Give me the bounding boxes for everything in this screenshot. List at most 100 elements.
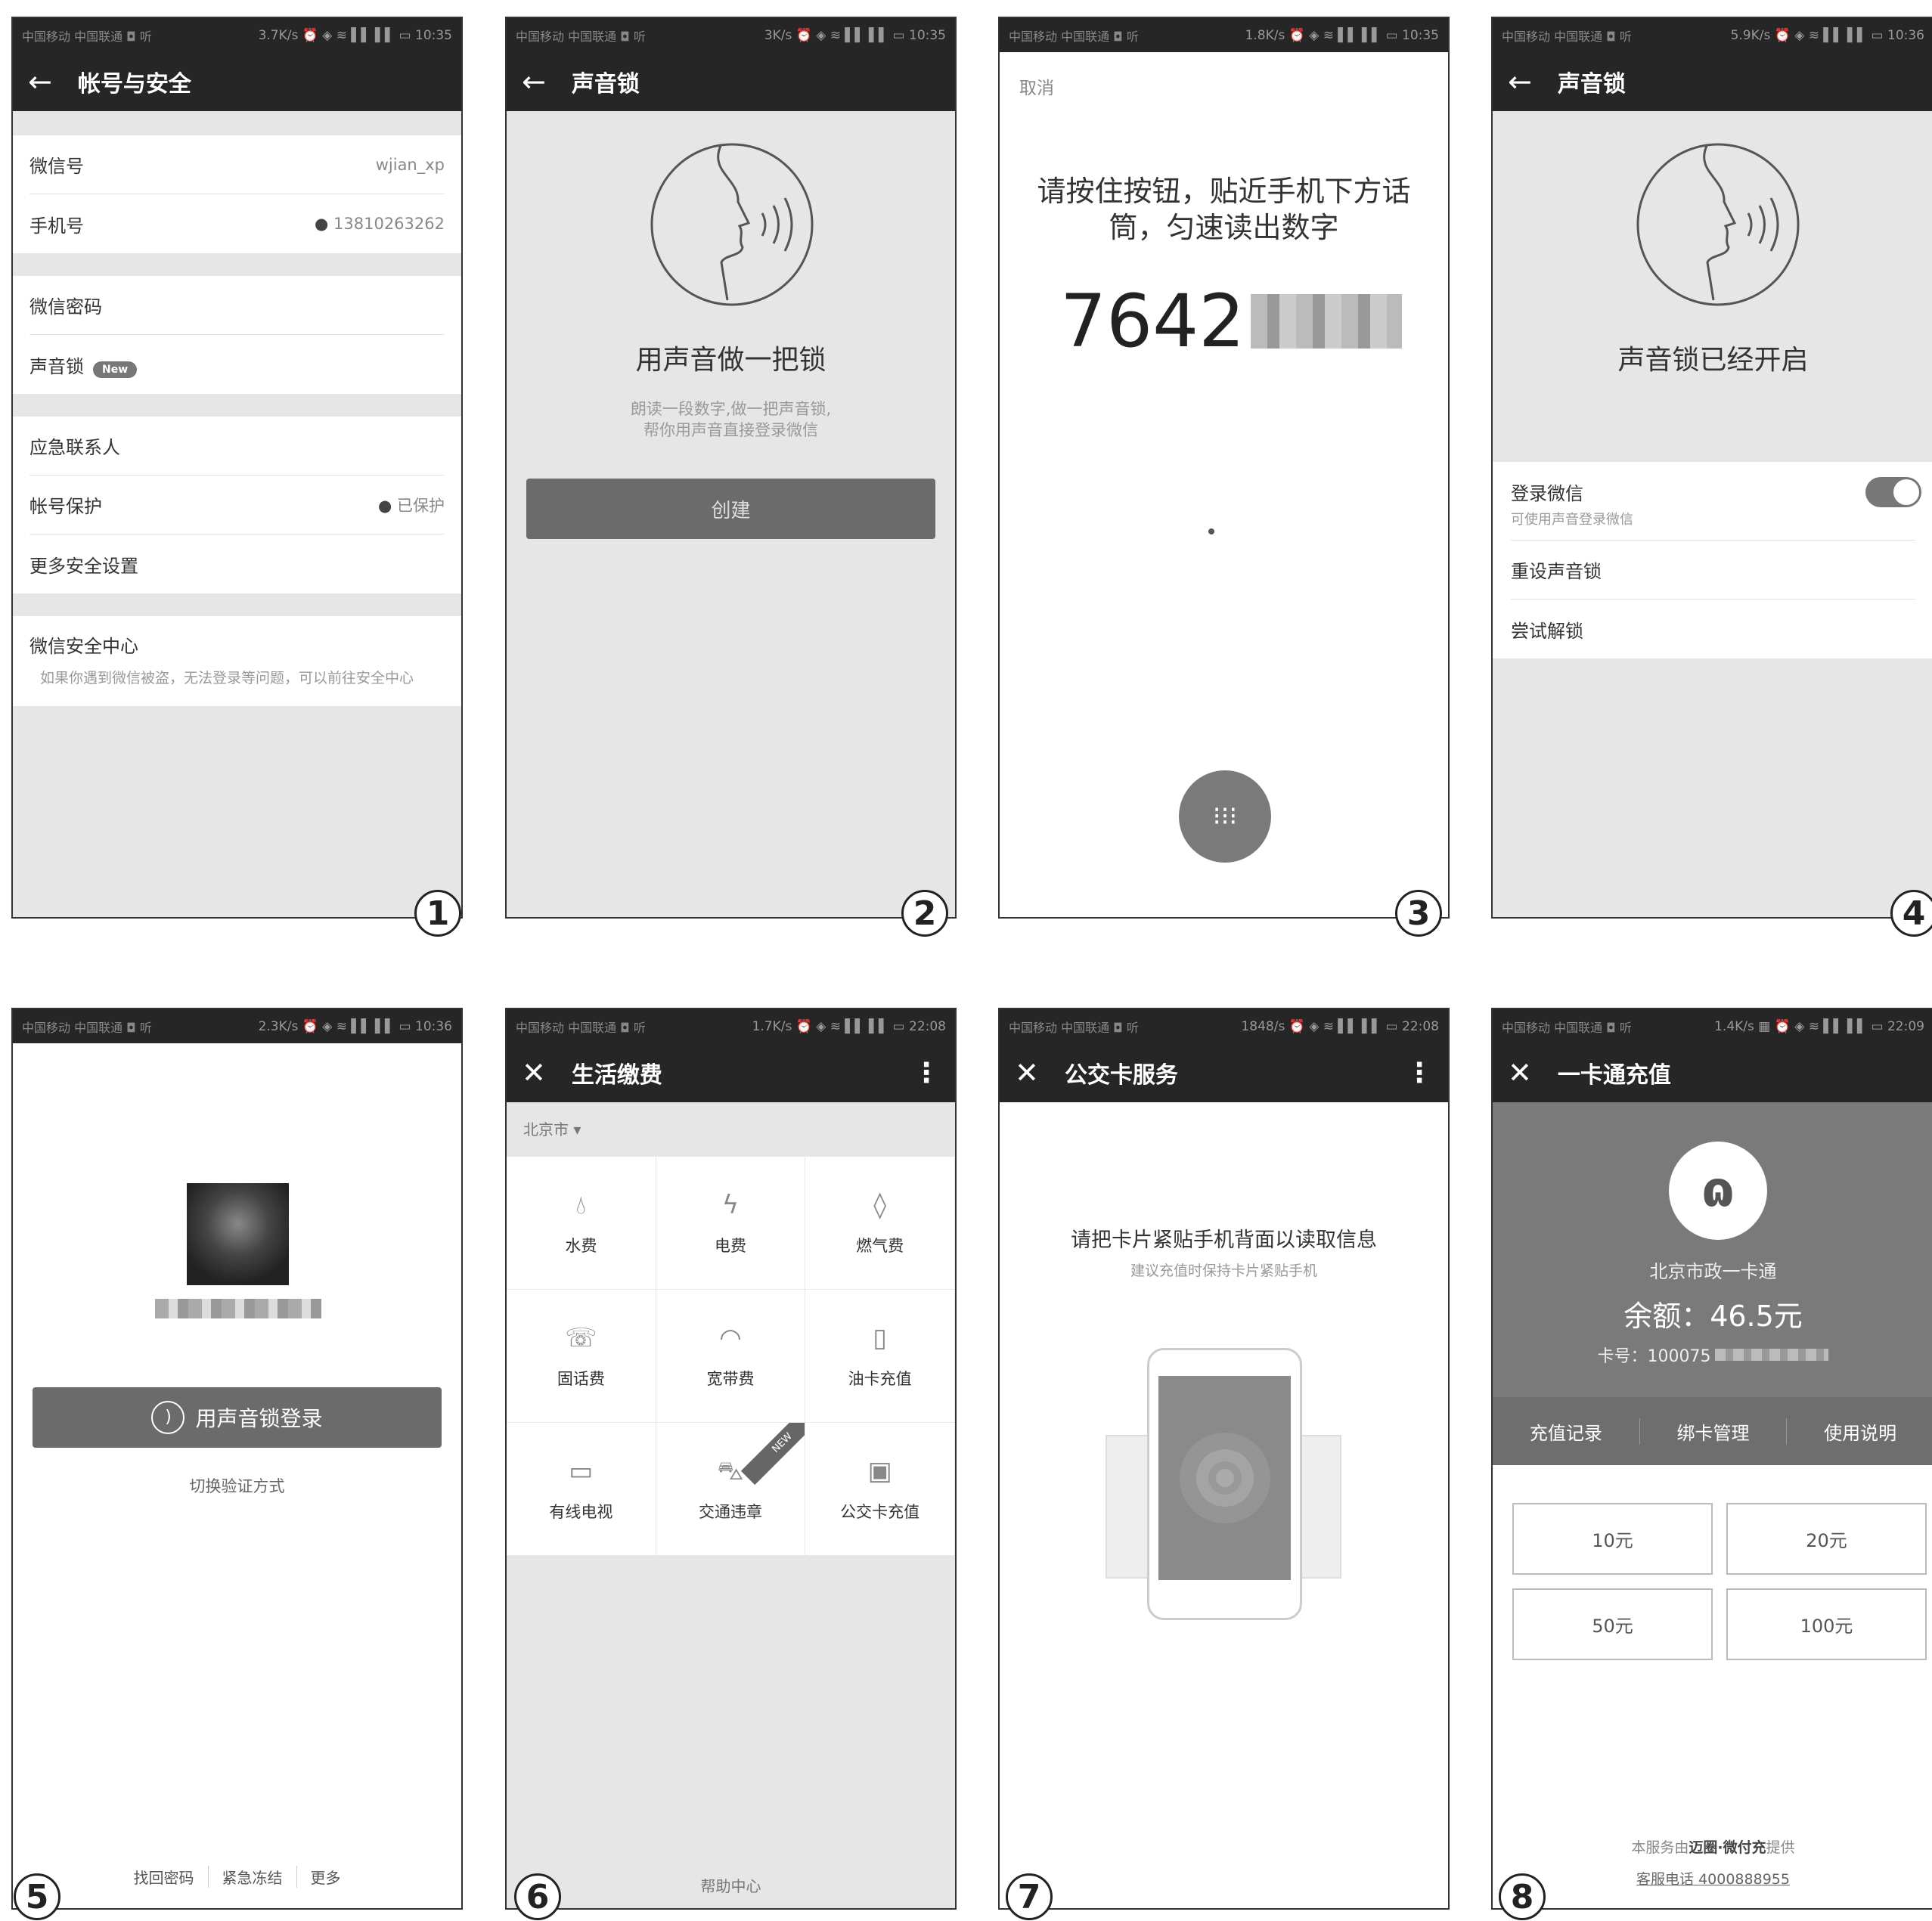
city-label: 北京市 (523, 1120, 569, 1139)
keypad-dots-icon: ⁝⁝⁝ (1212, 801, 1238, 832)
close-icon[interactable]: ✕ (1015, 1056, 1039, 1089)
footer-suffix: 提供 (1766, 1839, 1795, 1856)
protect-label: 帐号保护 (29, 496, 102, 517)
login-button-label: 用声音锁登录 (195, 1406, 323, 1431)
utility-label: 有线电视 (549, 1502, 613, 1521)
tab-card-management[interactable]: 绑卡管理 (1640, 1418, 1788, 1445)
new-badge: New (93, 361, 138, 378)
amount-option-20[interactable]: 20元 (1726, 1503, 1927, 1575)
utility-label: 交通违章 (698, 1502, 762, 1521)
wechat-id-label: 微信号 (29, 156, 84, 177)
tab-recharge-record[interactable]: 充值记录 (1493, 1418, 1640, 1445)
status-right: 5.9K/s ⏰ ◈ ≋ ▌▌ ▌▌ ▭ 10:36 (1730, 27, 1924, 43)
login-sublabel: 可使用声音登录微信 (1511, 512, 1633, 528)
footer-prefix: 本服务由 (1631, 1839, 1689, 1856)
status-right: 1848/s ⏰ ◈ ≋ ▌▌ ▌▌ ▭ 22:08 (1241, 1018, 1439, 1034)
panel-voicelock-record: 中国移动 中国联通 ◘ 听 1.8K/s ⏰ ◈ ≋ ▌▌ ▌▌ ▭ 10:35 … (998, 17, 1450, 919)
instruction-line-1: 请按住按钮，贴近手机下方话 (1037, 175, 1411, 208)
bus-icon: ▣ (867, 1455, 892, 1486)
back-arrow-icon[interactable]: ← (28, 65, 52, 98)
row-emergency-contact[interactable]: 应急联系人 (29, 417, 445, 476)
desc-line-2: 帮你用声音直接登录微信 (643, 421, 818, 439)
voice-face-icon (650, 143, 814, 306)
utility-bus-card[interactable]: ▣ 公交卡充值 (805, 1423, 955, 1556)
emergency-freeze-link[interactable]: 紧急冻结 (209, 1866, 297, 1888)
tab-usage-guide[interactable]: 使用说明 (1787, 1418, 1932, 1445)
more-link[interactable]: 更多 (297, 1866, 355, 1888)
protect-icon: ● (377, 496, 392, 515)
page-title: 帐号与安全 (77, 71, 191, 98)
help-center-link[interactable]: 帮助中心 (507, 1874, 955, 1896)
status-left: 中国移动 中国联通 ◘ 听 (1009, 1020, 1139, 1035)
card-logo-icon: ɷ (1669, 1142, 1767, 1240)
switch-verify-link[interactable]: 切换验证方式 (13, 1474, 461, 1497)
more-menu-icon[interactable]: ⋮ (913, 1058, 940, 1089)
wifi-icon: ◠ (719, 1322, 742, 1353)
amount-option-100[interactable]: 100元 (1726, 1588, 1927, 1660)
panel-account-security: 中国移动 中国联通 ◘ 听 3.7K/s ⏰ ◈ ≋ ▌▌ ▌▌ ▭ 10:35 … (11, 17, 463, 919)
back-arrow-icon[interactable]: ← (522, 65, 546, 98)
cancel-link[interactable]: 取消 (1019, 73, 1054, 99)
amount-option-10[interactable]: 10元 (1512, 1503, 1713, 1575)
voicelock-login-button[interactable]: ) 用声音锁登录 (33, 1387, 442, 1448)
title-bar: ✕ 生活缴费 ⋮ (507, 1043, 955, 1102)
utility-label: 燃气费 (856, 1236, 904, 1255)
login-label: 登录微信 (1511, 483, 1583, 504)
status-right: 3K/s ⏰ ◈ ≋ ▌▌ ▌▌ ▭ 10:35 (764, 27, 946, 43)
utility-gas[interactable]: ◊ 燃气费 (805, 1157, 955, 1290)
utility-traffic-fine[interactable]: ⛍ 交通违章 NEW (656, 1423, 806, 1556)
row-security-center[interactable]: 微信安全中心 如果你遇到微信被盗，无法登录等问题，可以前往安全中心 (13, 616, 461, 706)
step-number-2: 2 (901, 890, 948, 937)
status-left: 中国移动 中国联通 ◘ 听 (516, 29, 646, 44)
status-bar: 中国移动 中国联通 ◘ 听 1.4K/s ▦ ⏰ ◈ ≋ ▌▌ ▌▌ ▭ 22:0… (1493, 1009, 1932, 1043)
more-menu-icon[interactable]: ⋮ (1406, 1058, 1433, 1089)
hold-to-record-button[interactable]: ⁝⁝⁝ (1179, 770, 1271, 863)
row-voicelock[interactable]: 声音锁 New (29, 335, 445, 394)
row-wechat-id[interactable]: 微信号 wjian_xp (29, 135, 445, 194)
row-password[interactable]: 微信密码 (29, 276, 445, 335)
utility-label: 油卡充值 (848, 1369, 912, 1388)
wechat-id-value: wjian_xp (375, 155, 445, 174)
row-account-protect[interactable]: 帐号保护 ● 已保护 (29, 476, 445, 534)
reset-label: 重设声音锁 (1511, 561, 1602, 582)
find-password-link[interactable]: 找回密码 (120, 1866, 209, 1888)
step-number-8: 8 (1499, 1873, 1546, 1920)
row-try-unlock[interactable]: 尝试解锁 (1511, 600, 1915, 658)
status-right: 1.8K/s ⏰ ◈ ≋ ▌▌ ▌▌ ▭ 10:35 (1245, 27, 1439, 43)
customer-service-phone-link[interactable]: 客服电话 4000888955 (1493, 1868, 1932, 1888)
voice-icon: ) (151, 1401, 185, 1434)
phone-value: 13810263262 (333, 215, 445, 233)
emergency-label: 应急联系人 (29, 437, 120, 458)
status-bar: 中国移动 中国联通 ◘ 听 3.7K/s ⏰ ◈ ≋ ▌▌ ▌▌ ▭ 10:35 (13, 18, 461, 52)
password-label: 微信密码 (29, 296, 102, 318)
close-icon[interactable]: ✕ (1508, 1056, 1532, 1089)
create-button[interactable]: 创建 (526, 479, 935, 539)
utility-cable-tv[interactable]: ▭ 有线电视 (507, 1423, 656, 1556)
row-reset-voicelock[interactable]: 重设声音锁 (1511, 541, 1915, 600)
page-title: 公交卡服务 (1064, 1062, 1178, 1089)
utility-label: 固话费 (557, 1369, 605, 1388)
panel-voicelock-login: 中国移动 中国联通 ◘ 听 2.3K/s ⏰ ◈ ≋ ▌▌ ▌▌ ▭ 10:36 … (11, 1008, 463, 1910)
amount-option-50[interactable]: 50元 (1512, 1588, 1713, 1660)
lightning-icon: ϟ (721, 1189, 740, 1220)
utility-broadband[interactable]: ◠ 宽带费 (656, 1290, 806, 1423)
headline: 用声音做一把锁 (635, 345, 826, 376)
panel-voicelock-intro: 中国移动 中国联通 ◘ 听 3K/s ⏰ ◈ ≋ ▌▌ ▌▌ ▭ 10:35 ← 声… (505, 17, 957, 919)
login-toggle[interactable] (1865, 477, 1921, 507)
subheadline: 建议充值时保持卡片紧贴手机 (1130, 1263, 1317, 1279)
utility-label: 宽带费 (706, 1369, 755, 1388)
panel-card-recharge: 中国移动 中国联通 ◘ 听 1.4K/s ▦ ⏰ ◈ ≋ ▌▌ ▌▌ ▭ 22:0… (1491, 1008, 1932, 1910)
utility-electric[interactable]: ϟ 电费 (656, 1157, 806, 1290)
row-phone[interactable]: 手机号 ● 13810263262 (29, 194, 445, 253)
back-arrow-icon[interactable]: ← (1508, 65, 1532, 98)
card-name: 北京市政一卡通 (1649, 1261, 1777, 1282)
utility-water[interactable]: 💧︎ 水费 (507, 1157, 656, 1290)
row-more-security[interactable]: 更多安全设置 (29, 534, 445, 593)
city-selector[interactable]: 北京市 ▾ (507, 1102, 955, 1157)
card-number: 卡号：100075 (1597, 1347, 1711, 1366)
more-security-label: 更多安全设置 (29, 555, 138, 577)
utility-fuel-card[interactable]: ▯ 油卡充值 (805, 1290, 955, 1423)
close-icon[interactable]: ✕ (522, 1056, 546, 1089)
utility-landline[interactable]: ☏ 固话费 (507, 1290, 656, 1423)
step-number-4: 4 (1890, 890, 1932, 937)
